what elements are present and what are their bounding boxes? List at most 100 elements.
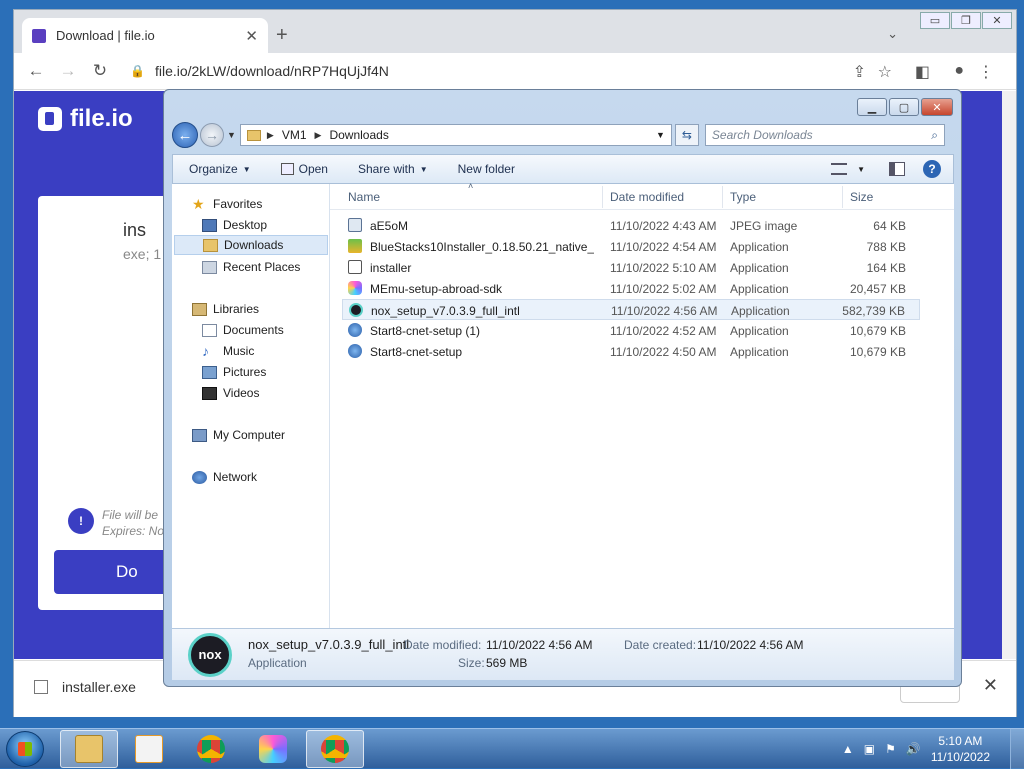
nav-label: Favorites — [213, 197, 263, 211]
column-name[interactable]: Name — [348, 190, 380, 204]
nav-label: Desktop — [223, 218, 268, 232]
share-with-button[interactable]: Share with ▼ — [358, 162, 428, 176]
column-size[interactable]: Size — [850, 190, 873, 204]
nav-downloads[interactable]: Downloads — [174, 235, 328, 255]
organize-button[interactable]: Organize ▼ — [189, 162, 251, 176]
menu-kebab-icon[interactable]: ⋮ — [978, 62, 994, 82]
column-divider[interactable] — [722, 186, 723, 208]
chrome-icon — [321, 735, 349, 763]
file-row[interactable]: MEmu-setup-abroad-sdk 11/10/2022 5:02 AM… — [342, 278, 920, 299]
back-arrow-icon[interactable]: ← — [172, 122, 198, 148]
action-center-flag-icon[interactable]: ⚑ — [885, 742, 896, 756]
folder-icon — [75, 735, 103, 763]
address-bar[interactable]: 🔒 file.io/2kLW/download/nRP7HqUjJf4N — [130, 63, 389, 79]
nav-network[interactable]: Network — [192, 467, 257, 487]
new-tab-button[interactable]: + — [276, 24, 288, 47]
breadcrumb[interactable]: ▶ VM1 ▶ Downloads ▼ — [239, 124, 672, 146]
tab-search-chevron-icon[interactable]: ⌄ — [887, 26, 898, 42]
maximize-button[interactable]: ▢ — [889, 98, 919, 116]
taskbar-chrome-active[interactable] — [306, 730, 364, 768]
file-row[interactable]: BlueStacks10Installer_0.18.50.21_native_… — [342, 236, 920, 257]
chevron-right-icon[interactable]: ▶ — [267, 130, 274, 141]
nav-label: Libraries — [213, 302, 260, 316]
file-io-logo[interactable]: file.io — [38, 105, 133, 133]
profile-avatar-icon[interactable]: ● — [954, 62, 964, 80]
taskbar-media-player[interactable] — [120, 730, 178, 768]
forward-button[interactable]: → — [52, 61, 84, 81]
taskbar-chrome[interactable] — [182, 730, 240, 768]
search-input[interactable]: Search Downloads ⌕ — [704, 124, 945, 146]
preview-pane-icon[interactable] — [889, 162, 905, 176]
recent-pages-dropdown-icon[interactable]: ▼ — [227, 130, 236, 140]
forward-arrow-icon[interactable]: → — [200, 123, 224, 147]
clock-time: 5:10 AM — [938, 734, 983, 748]
column-date-modified[interactable]: Date modified — [610, 190, 684, 204]
taskbar-explorer[interactable] — [60, 730, 118, 768]
view-dropdown-icon[interactable]: ▼ — [857, 165, 865, 174]
nav-documents[interactable]: Documents — [202, 320, 284, 340]
restore-button[interactable]: ❐ — [951, 12, 981, 29]
show-hidden-icons-icon[interactable]: ▲ — [842, 742, 854, 756]
nav-recent-places[interactable]: Recent Places — [202, 257, 300, 277]
chevron-right-icon[interactable]: ▶ — [315, 130, 322, 141]
column-type[interactable]: Type — [730, 190, 756, 204]
file-row[interactable]: installer 11/10/2022 5:10 AM Application… — [342, 257, 920, 278]
download-item-name: installer.exe — [62, 679, 136, 695]
browser-tab[interactable]: Download | file.io ✕ — [22, 18, 268, 53]
details-created-value: 11/10/2022 4:56 AM — [697, 638, 804, 652]
address-dropdown-icon[interactable]: ▼ — [656, 130, 665, 140]
nav-desktop[interactable]: Desktop — [202, 215, 267, 235]
breadcrumb-downloads[interactable]: Downloads — [329, 128, 388, 142]
file-row[interactable]: Start8-cnet-setup 11/10/2022 4:50 AM App… — [342, 341, 920, 362]
share-icon[interactable]: ⇪ — [853, 62, 866, 82]
file-row[interactable]: aE5oM 11/10/2022 4:43 AM JPEG image 64 K… — [342, 215, 920, 236]
close-tab-icon[interactable]: ✕ — [245, 27, 258, 45]
info-icon: ! — [68, 508, 94, 534]
column-divider[interactable] — [842, 186, 843, 208]
side-panel-icon[interactable]: ◧ — [915, 62, 930, 82]
volume-icon[interactable]: 🔊 — [906, 742, 921, 756]
reload-button[interactable]: ↻ — [84, 61, 116, 81]
file-date: 11/10/2022 5:10 AM — [610, 261, 717, 275]
close-shelf-icon[interactable]: ✕ — [983, 675, 998, 696]
nav-my-computer[interactable]: My Computer — [192, 425, 285, 445]
nav-favorites[interactable]: ★ Favorites — [192, 194, 262, 214]
show-desktop-button[interactable] — [1010, 729, 1024, 769]
minimize-button[interactable]: ▭ — [920, 12, 950, 29]
refresh-button[interactable]: ⇆ — [674, 124, 699, 146]
page-scrollbar[interactable] — [1002, 91, 1016, 659]
network-status-icon[interactable]: ▣ — [864, 742, 875, 756]
breadcrumb-vm1[interactable]: VM1 — [282, 128, 307, 142]
file-row[interactable]: Start8-cnet-setup (1) 11/10/2022 4:52 AM… — [342, 320, 920, 341]
file-row-selected[interactable]: nox_setup_v7.0.3.9_full_intl 11/10/2022 … — [342, 299, 920, 320]
taskbar-memu[interactable] — [244, 730, 302, 768]
change-view-icon[interactable] — [831, 163, 848, 175]
start-button[interactable] — [6, 731, 44, 767]
details-file-type: Application — [248, 656, 307, 670]
explorer-window-controls: ▁ ▢ ✕ — [855, 98, 953, 116]
bookmark-star-icon[interactable]: ☆ — [878, 62, 892, 82]
exe-file-icon — [34, 680, 48, 694]
download-item[interactable]: installer.exe — [34, 679, 136, 695]
file-date: 11/10/2022 4:54 AM — [610, 240, 717, 254]
nav-music[interactable]: ♪ Music — [202, 341, 254, 361]
recent-places-icon — [202, 260, 217, 274]
details-pane: nox nox_setup_v7.0.3.9_full_intl Applica… — [172, 628, 954, 680]
nav-videos[interactable]: Videos — [202, 383, 259, 403]
file-size: 10,679 KB — [849, 324, 906, 338]
help-icon[interactable]: ? — [923, 160, 941, 178]
open-button[interactable]: Open — [280, 162, 328, 176]
column-divider[interactable] — [602, 186, 603, 208]
clock[interactable]: 5:10 AM 11/10/2022 — [931, 733, 990, 765]
close-button[interactable]: ✕ — [921, 98, 953, 116]
file-meta: exe; 1 — [123, 246, 162, 262]
memu-icon — [348, 281, 362, 295]
nav-pictures[interactable]: Pictures — [202, 362, 266, 382]
file-name: nox_setup_v7.0.3.9_full_intl — [371, 304, 520, 318]
close-window-button[interactable]: ✕ — [982, 12, 1012, 29]
organize-label: Organize — [189, 162, 238, 176]
nav-libraries[interactable]: Libraries — [192, 299, 259, 319]
minimize-button[interactable]: ▁ — [857, 98, 887, 116]
new-folder-button[interactable]: New folder — [458, 162, 515, 176]
back-button[interactable]: ← — [20, 61, 52, 81]
